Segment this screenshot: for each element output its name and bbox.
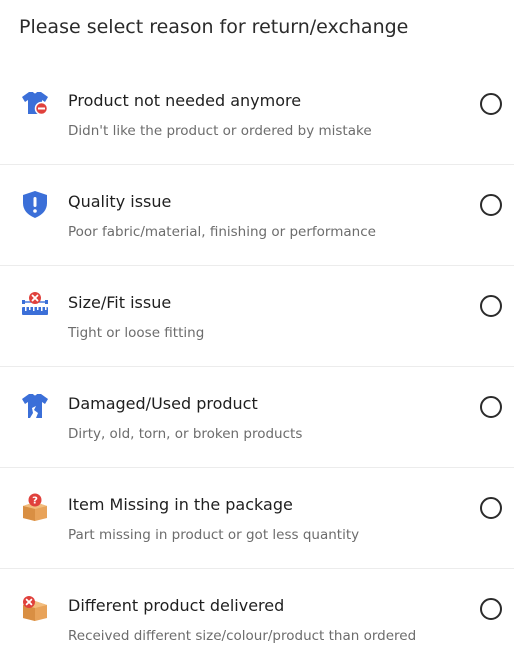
option-subtitle: Didn't like the product or ordered by mi… [68,123,372,139]
radio-button[interactable] [480,497,502,519]
radio-button[interactable] [480,295,502,317]
option-title: Item Missing in the package [68,495,293,514]
tshirt-minus-icon [20,88,50,118]
reason-option-damaged[interactable]: Damaged/Used product Dirty, old, torn, o… [0,367,514,468]
option-title: Product not needed anymore [68,91,302,110]
reason-option-not-needed[interactable]: Product not needed anymore Didn't like t… [0,64,514,165]
package-question-icon: ? [20,492,50,522]
package-wrong-icon [20,593,50,623]
shield-exclamation-icon [20,189,50,219]
option-subtitle: Dirty, old, torn, or broken products [68,426,303,442]
option-title: Size/Fit issue [68,293,172,312]
radio-button[interactable] [480,598,502,620]
measuring-tape-icon [20,290,50,320]
reason-option-quality[interactable]: Quality issue Poor fabric/material, fini… [0,165,514,266]
svg-text:?: ? [32,496,38,507]
reason-option-size-fit[interactable]: Size/Fit issue Tight or loose fitting [0,266,514,367]
reason-option-item-missing[interactable]: ? Item Missing in the package Part missi… [0,468,514,569]
reason-option-different-product[interactable]: Different product delivered Received dif… [0,569,514,669]
radio-button[interactable] [480,93,502,115]
option-subtitle: Part missing in product or got less quan… [68,527,360,543]
reason-list: Product not needed anymore Didn't like t… [0,64,514,669]
option-title: Different product delivered [68,596,285,615]
option-title: Quality issue [68,192,172,211]
radio-button[interactable] [480,194,502,216]
page-title: Please select reason for return/exchange [19,16,409,38]
option-subtitle: Tight or loose fitting [68,325,205,341]
radio-button[interactable] [480,396,502,418]
option-subtitle: Received different size/colour/product t… [68,628,417,644]
option-title: Damaged/Used product [68,394,258,413]
option-subtitle: Poor fabric/material, finishing or perfo… [68,224,376,240]
torn-tshirt-icon [20,391,50,421]
